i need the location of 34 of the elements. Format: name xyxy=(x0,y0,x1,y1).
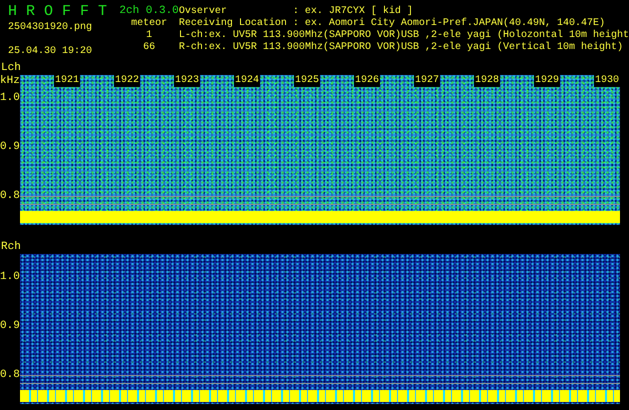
info-value: : ex. JR7CYX [ kid ] xyxy=(292,6,413,18)
time-label: 1929 xyxy=(534,75,560,87)
time-label: 1923 xyxy=(174,75,200,87)
info-value: ex. UV5R 113.900Mhz(SAPPORO VOR)USB ,2-ele yagi (Holozontal 10m height xyxy=(208,30,629,42)
meteor-count: 66 xyxy=(142,42,156,54)
time-label: 1928 xyxy=(474,75,500,87)
file-name: 2504301920.png xyxy=(8,22,94,34)
axis-label: 1.0 xyxy=(0,271,20,285)
info-value: : ex. Aomori City Aomori-Pref.JAPAN(40.49N, 140.47E) xyxy=(292,18,605,30)
meteor-count: 1 xyxy=(145,30,154,42)
time-label: 1930 xyxy=(594,75,620,87)
axis-label: 0.8 xyxy=(0,190,20,204)
channel-label: Rch xyxy=(0,241,22,254)
time-label: 1927 xyxy=(414,75,440,87)
info-label: R-ch: xyxy=(178,42,209,54)
axis-label: 1.0 xyxy=(0,92,20,106)
unit-label: kHz xyxy=(0,75,20,87)
version-label: 2ch 0.3.0 xyxy=(119,4,179,18)
axis-label: 0.9 xyxy=(0,141,20,155)
info-value: ex. UV5R 113.900Mhz(SAPPORO VOR)USB ,2-ele yagi (Vertical 10m height) xyxy=(208,42,623,54)
app-title: H R O F F T xyxy=(8,4,108,20)
timestamp: 25.04.30 19:20 xyxy=(8,46,94,58)
channel-label: Lch xyxy=(0,62,22,75)
time-label: 1922 xyxy=(114,75,140,87)
axis-label: 0.8 xyxy=(0,369,20,383)
info-label: Receiving Location xyxy=(178,18,288,30)
time-label: 1925 xyxy=(294,75,320,87)
info-label: L-ch: xyxy=(178,30,209,42)
axis-label: 0.9 xyxy=(0,320,20,334)
meteor-label: meteor xyxy=(130,18,168,30)
time-label: 1924 xyxy=(234,75,260,87)
time-label: 1926 xyxy=(354,75,380,87)
time-label: 1921 xyxy=(54,75,80,87)
info-label: Ovserver xyxy=(178,6,228,18)
